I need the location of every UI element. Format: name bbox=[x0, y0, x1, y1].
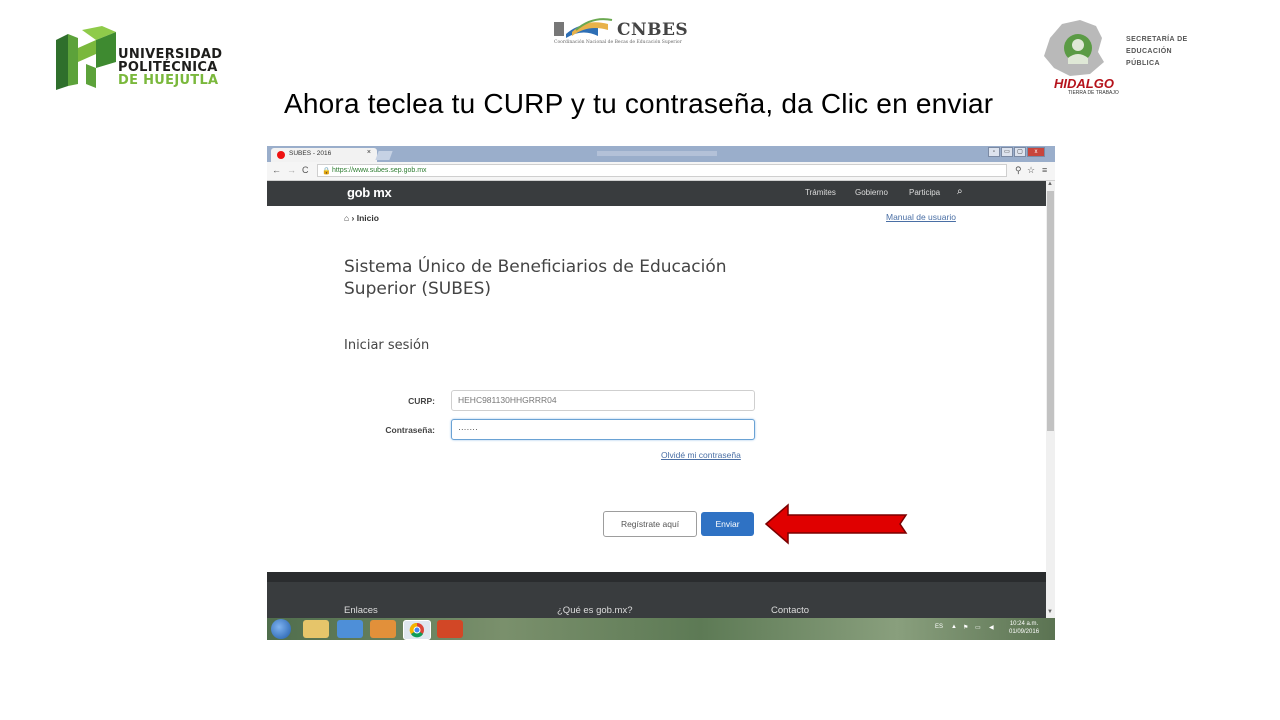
nav-gobierno[interactable]: Gobierno bbox=[855, 188, 888, 197]
instruction-text: Ahora teclea tu CURP y tu contraseña, da… bbox=[284, 88, 994, 119]
logo-line-3: DE HUEJUTLA bbox=[118, 73, 219, 88]
gob-mx-brand[interactable]: gob mx bbox=[347, 185, 392, 200]
network-icon[interactable]: ▭ bbox=[975, 624, 981, 631]
gob-header: gob mx Trámites Gobierno Participa ⌕ bbox=[267, 181, 1046, 206]
hidalgo-tagline: TIERRA DE TRABAJO bbox=[1068, 90, 1119, 96]
cnbes-name: CNBES bbox=[617, 20, 689, 40]
red-pointer-arrow-icon bbox=[764, 503, 908, 545]
window-restore-button[interactable]: ▭ bbox=[1001, 147, 1013, 157]
nav-tramites[interactable]: Trámites bbox=[805, 188, 836, 197]
explorer-icon[interactable] bbox=[303, 620, 329, 638]
sep-line-1: SECRETARÍA DE bbox=[1126, 36, 1188, 43]
url-field[interactable]: 🔒 https://www.subes.sep.gob.mx bbox=[317, 164, 1007, 177]
new-tab-button[interactable] bbox=[375, 151, 393, 160]
manual-link[interactable]: Manual de usuario bbox=[886, 212, 956, 222]
footer-que-es[interactable]: ¿Qué es gob.mx? bbox=[557, 605, 633, 616]
register-button[interactable]: Regístrate aquí bbox=[603, 511, 697, 537]
media-player-icon[interactable] bbox=[370, 620, 396, 638]
forward-arrow-icon[interactable]: → bbox=[287, 165, 296, 175]
start-button[interactable] bbox=[271, 619, 291, 639]
reload-icon[interactable]: C bbox=[302, 165, 309, 175]
tab-close-icon[interactable]: × bbox=[367, 149, 371, 156]
chrome-icon[interactable] bbox=[403, 620, 431, 640]
location-pin-icon[interactable]: ⚲ bbox=[1015, 165, 1022, 176]
browser-screenshot: SUBES - 2016 × ▫ ▭ ▢ x ← → C 🔒 https://w… bbox=[267, 146, 1055, 640]
volume-icon[interactable]: ◀ bbox=[989, 624, 994, 631]
lock-icon: 🔒 bbox=[322, 168, 331, 175]
windows-taskbar: ES ▲ ⚑ ▭ ◀ 10:24 a.m. 01/09/2016 bbox=[267, 618, 1055, 640]
section-title: Iniciar sesión bbox=[344, 338, 430, 353]
sep-line-3: PÚBLICA bbox=[1126, 60, 1160, 67]
clock-date: 01/09/2016 bbox=[1009, 629, 1040, 635]
favicon-icon bbox=[277, 151, 285, 159]
forgot-password-link[interactable]: Olvidé mi contraseña bbox=[661, 450, 741, 460]
search-icon[interactable]: ⌕ bbox=[957, 186, 963, 197]
breadcrumb: ⌂ › Inicio bbox=[344, 213, 379, 223]
sep-line-2: EDUCACIÓN bbox=[1126, 48, 1172, 55]
site-footer: Enlaces ¿Qué es gob.mx? Contacto bbox=[267, 572, 1046, 618]
curp-label: CURP: bbox=[408, 396, 435, 406]
password-label: Contraseña: bbox=[385, 425, 435, 435]
titlebar-blurred-text bbox=[597, 151, 717, 156]
menu-icon[interactable]: ≡ bbox=[1042, 165, 1047, 175]
footer-contacto[interactable]: Contacto bbox=[771, 605, 809, 616]
address-bar: ← → C 🔒 https://www.subes.sep.gob.mx ⚲ ☆… bbox=[267, 162, 1055, 181]
password-input[interactable]: ······· bbox=[451, 419, 755, 440]
universidad-politecnica-logo: UNIVERSIDAD POLITÉCNICA DE HUEJUTLA bbox=[52, 26, 242, 92]
browser-tab[interactable]: SUBES - 2016 × bbox=[271, 148, 377, 162]
tab-title: SUBES - 2016 bbox=[289, 150, 332, 157]
breadcrumb-inicio[interactable]: Inicio bbox=[357, 213, 379, 223]
upd-emblem-icon bbox=[56, 26, 116, 90]
flag-icon[interactable]: ⚑ bbox=[963, 624, 968, 631]
scroll-down-icon[interactable]: ▼ bbox=[1047, 609, 1053, 615]
language-indicator[interactable]: ES bbox=[935, 624, 943, 630]
book-icon bbox=[554, 18, 613, 38]
clock-time: 10:24 a.m. bbox=[1009, 621, 1039, 627]
cnbes-logo: CNBES Coordinación Nacional de Becas de … bbox=[552, 16, 688, 48]
vertical-scrollbar[interactable]: ▲ ▼ bbox=[1046, 181, 1055, 618]
page-content: ⌂ › Inicio Manual de usuario Sistema Úni… bbox=[267, 206, 1046, 572]
window-close-button[interactable]: x bbox=[1027, 147, 1045, 157]
footer-enlaces[interactable]: Enlaces bbox=[344, 605, 378, 616]
tray-expand-icon[interactable]: ▲ bbox=[951, 624, 957, 630]
back-arrow-icon[interactable]: ← bbox=[272, 165, 281, 175]
nav-participa[interactable]: Participa bbox=[909, 188, 940, 197]
hidalgo-sep-logo: HIDALGO TIERRA DE TRABAJO SECRETARÍA DE … bbox=[1040, 18, 1200, 102]
curp-input[interactable]: HEHC981130HHGRRR04 bbox=[451, 390, 755, 411]
hidalgo-map-icon bbox=[1044, 20, 1104, 76]
url-text: https://www.subes.sep.gob.mx bbox=[332, 167, 427, 174]
scroll-up-icon[interactable]: ▲ bbox=[1047, 181, 1053, 187]
send-button[interactable]: Enviar bbox=[701, 512, 754, 536]
system-clock[interactable]: 10:24 a.m. 01/09/2016 bbox=[1009, 620, 1039, 636]
hidalgo-name: HIDALGO bbox=[1054, 76, 1114, 91]
window-buttons: ▫ ▭ ▢ x bbox=[988, 147, 1045, 157]
cnbes-subtitle: Coordinación Nacional de Becas de Educac… bbox=[554, 40, 682, 45]
page-title: Sistema Único de Beneficiarios de Educac… bbox=[344, 257, 727, 299]
tab-bar: SUBES - 2016 × ▫ ▭ ▢ x bbox=[267, 146, 1055, 162]
home-icon[interactable]: ⌂ bbox=[344, 213, 349, 223]
powerpoint-icon[interactable] bbox=[437, 620, 463, 638]
window-minimize-button[interactable]: ▫ bbox=[988, 147, 1000, 157]
bookmark-star-icon[interactable]: ☆ bbox=[1027, 165, 1035, 176]
window-maximize-button[interactable]: ▢ bbox=[1014, 147, 1026, 157]
internet-explorer-icon[interactable] bbox=[337, 620, 363, 638]
scroll-thumb[interactable] bbox=[1047, 191, 1054, 431]
